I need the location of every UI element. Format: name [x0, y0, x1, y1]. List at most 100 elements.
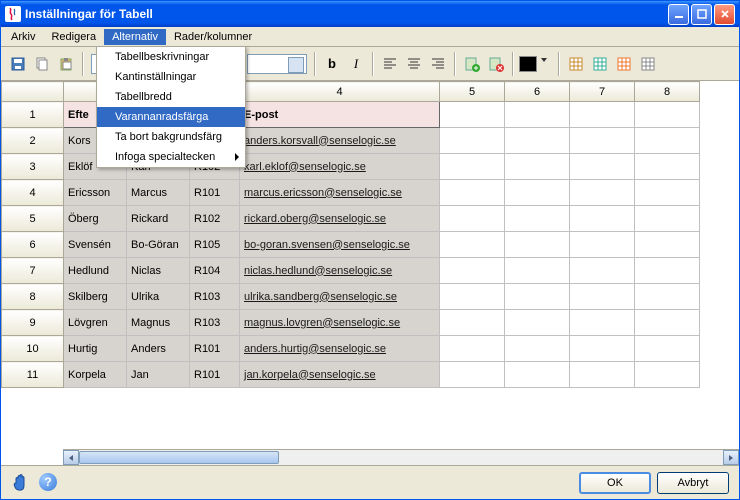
- empty-cell[interactable]: [440, 362, 505, 388]
- data-cell[interactable]: niclas.hedlund@senselogic.se: [240, 258, 440, 284]
- dropdown-item[interactable]: Kantinställningar: [97, 67, 245, 87]
- empty-cell[interactable]: [440, 102, 505, 128]
- empty-cell[interactable]: [635, 206, 700, 232]
- header-cell[interactable]: E-post: [240, 102, 440, 128]
- row-number[interactable]: 4: [2, 180, 64, 206]
- data-cell[interactable]: R103: [190, 284, 240, 310]
- data-cell[interactable]: Korpela: [64, 362, 127, 388]
- scroll-thumb[interactable]: [79, 451, 279, 464]
- data-cell[interactable]: Skilberg: [64, 284, 127, 310]
- data-cell[interactable]: R101: [190, 336, 240, 362]
- empty-cell[interactable]: [570, 362, 635, 388]
- color-swatch[interactable]: [519, 56, 537, 72]
- empty-cell[interactable]: [570, 128, 635, 154]
- data-cell[interactable]: ulrika.sandberg@senselogic.se: [240, 284, 440, 310]
- col-header-8[interactable]: 8: [635, 82, 700, 102]
- data-cell[interactable]: R102: [190, 206, 240, 232]
- empty-cell[interactable]: [505, 232, 570, 258]
- empty-cell[interactable]: [440, 284, 505, 310]
- align-right-icon[interactable]: [427, 53, 449, 75]
- font-size-select[interactable]: [247, 54, 307, 74]
- row-number[interactable]: 1: [2, 102, 64, 128]
- email-link[interactable]: niclas.hedlund@senselogic.se: [244, 265, 392, 277]
- email-link[interactable]: anders.hurtig@senselogic.se: [244, 343, 386, 355]
- empty-cell[interactable]: [440, 128, 505, 154]
- empty-cell[interactable]: [635, 128, 700, 154]
- row-number[interactable]: 8: [2, 284, 64, 310]
- data-cell[interactable]: Rickard: [127, 206, 190, 232]
- data-cell[interactable]: R103: [190, 310, 240, 336]
- cancel-button[interactable]: Avbryt: [657, 472, 729, 494]
- data-cell[interactable]: marcus.ericsson@senselogic.se: [240, 180, 440, 206]
- empty-cell[interactable]: [505, 180, 570, 206]
- dropdown-item[interactable]: Tabellbredd: [97, 87, 245, 107]
- dropdown-item[interactable]: Infoga specialtecken: [97, 147, 245, 167]
- empty-cell[interactable]: [635, 102, 700, 128]
- data-cell[interactable]: R105: [190, 232, 240, 258]
- empty-cell[interactable]: [440, 180, 505, 206]
- data-cell[interactable]: magnus.lovgren@senselogic.se: [240, 310, 440, 336]
- data-cell[interactable]: anders.hurtig@senselogic.se: [240, 336, 440, 362]
- menu-item-alternativ[interactable]: Alternativ: [104, 29, 166, 45]
- data-cell[interactable]: Ulrika: [127, 284, 190, 310]
- bold-icon[interactable]: b: [321, 53, 343, 75]
- empty-cell[interactable]: [440, 232, 505, 258]
- data-cell[interactable]: Öberg: [64, 206, 127, 232]
- data-cell[interactable]: Marcus: [127, 180, 190, 206]
- data-cell[interactable]: jan.korpela@senselogic.se: [240, 362, 440, 388]
- data-cell[interactable]: Hedlund: [64, 258, 127, 284]
- delete-column-icon[interactable]: [485, 53, 507, 75]
- data-cell[interactable]: rickard.oberg@senselogic.se: [240, 206, 440, 232]
- menu-item-rader/kolumner[interactable]: Rader/kolumner: [166, 29, 260, 45]
- hand-icon[interactable]: [11, 473, 31, 493]
- empty-cell[interactable]: [570, 206, 635, 232]
- email-link[interactable]: rickard.oberg@senselogic.se: [244, 213, 386, 225]
- email-link[interactable]: marcus.ericsson@senselogic.se: [244, 187, 402, 199]
- empty-cell[interactable]: [635, 180, 700, 206]
- row-number[interactable]: 7: [2, 258, 64, 284]
- empty-cell[interactable]: [635, 154, 700, 180]
- dropdown-item[interactable]: Tabellbeskrivningar: [97, 47, 245, 67]
- align-left-icon[interactable]: [379, 53, 401, 75]
- email-link[interactable]: karl.eklof@senselogic.se: [244, 161, 366, 173]
- col-header-5[interactable]: 5: [440, 82, 505, 102]
- empty-cell[interactable]: [635, 336, 700, 362]
- email-link[interactable]: anders.korsvall@senselogic.se: [244, 135, 396, 147]
- empty-cell[interactable]: [505, 284, 570, 310]
- empty-cell[interactable]: [440, 154, 505, 180]
- maximize-button[interactable]: [691, 4, 712, 25]
- empty-cell[interactable]: [635, 232, 700, 258]
- empty-cell[interactable]: [505, 102, 570, 128]
- dropdown-item[interactable]: Ta bort bakgrundsfärg: [97, 127, 245, 147]
- empty-cell[interactable]: [570, 336, 635, 362]
- paste-icon[interactable]: [55, 53, 77, 75]
- data-cell[interactable]: Lövgren: [64, 310, 127, 336]
- align-center-icon[interactable]: [403, 53, 425, 75]
- empty-cell[interactable]: [635, 284, 700, 310]
- empty-cell[interactable]: [505, 310, 570, 336]
- table-icon-1[interactable]: [565, 53, 587, 75]
- empty-cell[interactable]: [505, 362, 570, 388]
- empty-cell[interactable]: [505, 336, 570, 362]
- empty-cell[interactable]: [440, 206, 505, 232]
- empty-cell[interactable]: [570, 154, 635, 180]
- table-icon-4[interactable]: [637, 53, 659, 75]
- menu-item-arkiv[interactable]: Arkiv: [3, 29, 43, 45]
- copy-icon[interactable]: [31, 53, 53, 75]
- add-column-icon[interactable]: [461, 53, 483, 75]
- data-cell[interactable]: Hurtig: [64, 336, 127, 362]
- close-button[interactable]: [714, 4, 735, 25]
- color-dropdown-icon[interactable]: [539, 53, 553, 75]
- data-cell[interactable]: Anders: [127, 336, 190, 362]
- horizontal-scrollbar[interactable]: [63, 449, 739, 465]
- empty-cell[interactable]: [505, 258, 570, 284]
- data-cell[interactable]: bo-goran.svensen@senselogic.se: [240, 232, 440, 258]
- row-number[interactable]: 5: [2, 206, 64, 232]
- empty-cell[interactable]: [570, 310, 635, 336]
- scroll-track[interactable]: [79, 450, 723, 465]
- empty-cell[interactable]: [635, 362, 700, 388]
- row-number[interactable]: 11: [2, 362, 64, 388]
- row-number[interactable]: 3: [2, 154, 64, 180]
- email-link[interactable]: ulrika.sandberg@senselogic.se: [244, 291, 397, 303]
- table-icon-3[interactable]: [613, 53, 635, 75]
